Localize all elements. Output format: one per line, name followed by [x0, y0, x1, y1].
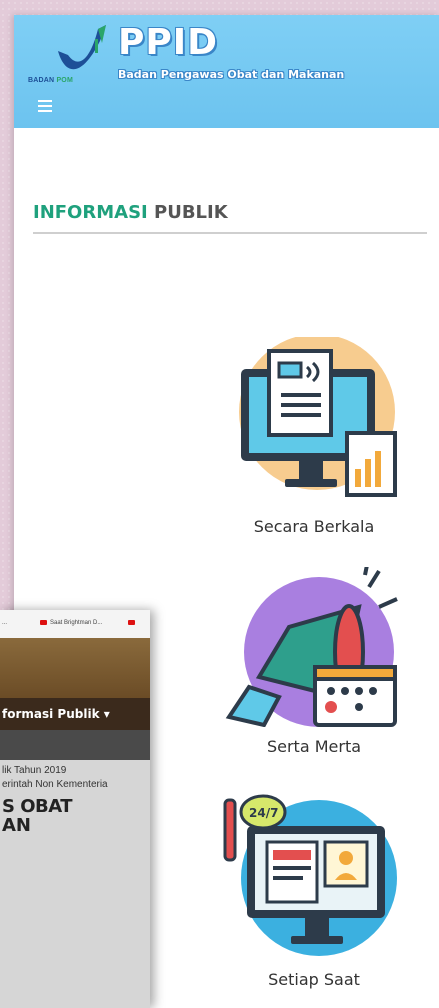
- item-serta-merta[interactable]: Serta Merta: [209, 567, 419, 756]
- youtube-icon: [128, 620, 135, 625]
- ornament-band: [0, 638, 150, 698]
- slide-text: lik Tahun 2019: [2, 765, 67, 776]
- nav-strip: [0, 730, 150, 760]
- page-title: INFORMASI PUBLIK: [33, 202, 228, 223]
- megaphone-calendar-icon: [225, 567, 398, 727]
- browser-tab-bar: ... Saat Brightman D...: [0, 610, 150, 638]
- title-divider: [33, 232, 427, 234]
- announcement-monitor-icon: [239, 337, 397, 497]
- logo-text: BADAN POM: [28, 77, 73, 84]
- item-label: Secara Berkala: [253, 517, 375, 536]
- badan-pom-logo-icon[interactable]: [28, 21, 118, 83]
- nav-item-informasi-publik[interactable]: formasi Publik ▾: [0, 698, 150, 730]
- youtube-icon: [40, 620, 47, 625]
- browser-tab[interactable]: [128, 620, 138, 626]
- slide-text: erintah Non Kementeria: [2, 779, 108, 790]
- item-label: Serta Merta: [266, 737, 362, 756]
- hamburger-menu-icon[interactable]: [38, 100, 52, 112]
- slide-heading: AN: [2, 815, 31, 836]
- item-label: Setiap Saat: [268, 970, 360, 989]
- site-header: BADAN POM PPID Badan Pengawas Obat dan M…: [14, 15, 439, 128]
- inset-screenshot: ... Saat Brightman D... formasi Publik ▾…: [0, 610, 150, 1008]
- item-secara-berkala[interactable]: Secara Berkala: [209, 337, 419, 536]
- slide-heading: S OBAT: [2, 796, 73, 817]
- browser-tab[interactable]: Saat Brightman D...: [40, 620, 102, 626]
- site-subtitle: Badan Pengawas Obat dan Makanan: [118, 68, 345, 81]
- 24-7-support-monitor-icon: 24/7: [223, 794, 397, 956]
- svg-text:24/7: 24/7: [249, 806, 278, 820]
- site-title: PPID: [118, 22, 219, 63]
- item-setiap-saat[interactable]: 24/7 Setiap Saat: [209, 790, 419, 989]
- browser-tab[interactable]: ...: [2, 620, 7, 626]
